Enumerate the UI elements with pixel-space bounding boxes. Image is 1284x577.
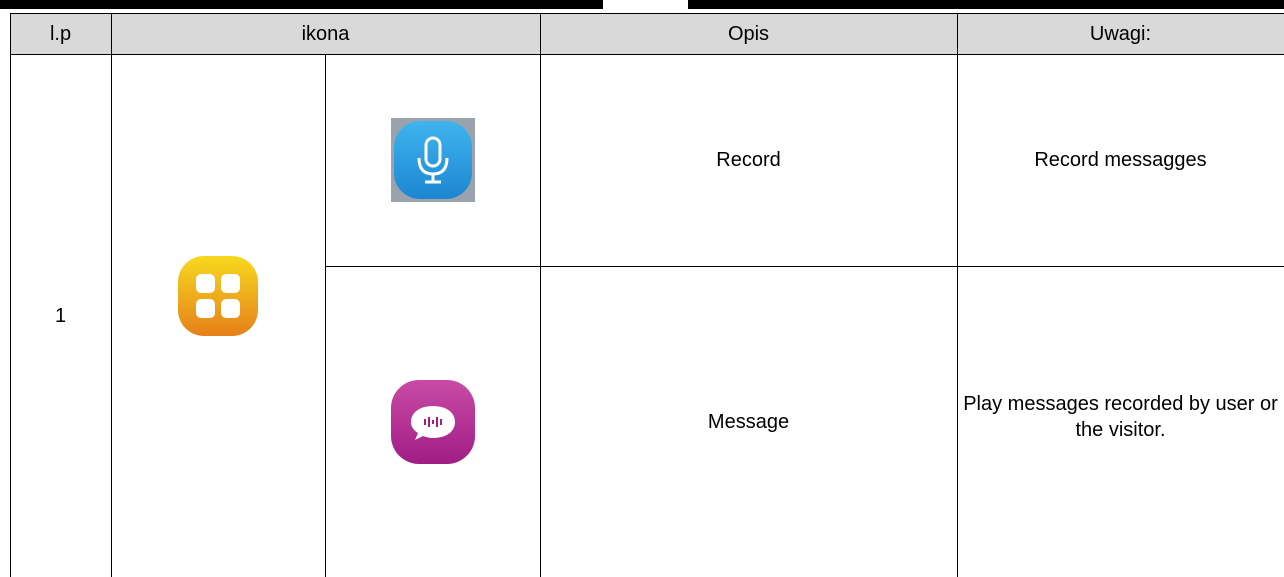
header-opis: Opis	[540, 14, 957, 54]
top-border-bar-right	[688, 0, 1284, 9]
table-left-border	[10, 13, 11, 577]
top-border-bar-left	[0, 0, 603, 9]
row-1-item-2-icon-cell	[325, 267, 540, 577]
row-1-item-2-opis: Message	[707, 411, 790, 433]
column-divider-3	[957, 13, 958, 577]
apps-grid-icon	[176, 254, 260, 338]
row-1-item-2-opis-cell: Message	[540, 267, 957, 577]
header-uwagi-label: Uwagi:	[1089, 23, 1152, 45]
header-opis-label: Opis	[727, 23, 770, 45]
header-bottom-border	[10, 54, 1284, 55]
column-divider-1	[111, 13, 112, 577]
row-1-group-icon-cell	[111, 54, 325, 577]
row-1-item-2-uwagi-cell: Play messages recorded by user or the vi…	[957, 267, 1284, 577]
row-1-item-1-opis-cell: Record	[540, 54, 957, 266]
row-1-lp: 1	[54, 304, 67, 327]
subrow-divider	[325, 266, 1284, 267]
header-ikona: ikona	[111, 14, 540, 54]
row-1-item-1-uwagi-cell: Record messagges	[957, 54, 1284, 266]
header-uwagi: Uwagi:	[957, 14, 1284, 54]
chat-bubble-icon	[389, 378, 477, 466]
row-1-lp-cell: 1	[10, 54, 111, 577]
row-1-item-2-uwagi: Play messages recorded by user or the vi…	[963, 393, 1278, 441]
table-top-border	[10, 13, 1284, 14]
row-1-item-1-icon-cell	[325, 54, 540, 266]
row-1-item-1-uwagi: Record messagges	[1034, 149, 1207, 171]
row-1-item-1-opis: Record	[716, 149, 781, 171]
header-lp-label: l.p	[49, 23, 72, 45]
microphone-icon	[390, 118, 475, 202]
header-lp: l.p	[10, 14, 111, 54]
column-divider-ikona-inner	[325, 54, 326, 577]
header-ikona-label: ikona	[301, 23, 350, 45]
column-divider-2	[540, 13, 541, 577]
document-page: l.p ikona Opis Uwagi: 1 Record Record me…	[0, 0, 1284, 577]
